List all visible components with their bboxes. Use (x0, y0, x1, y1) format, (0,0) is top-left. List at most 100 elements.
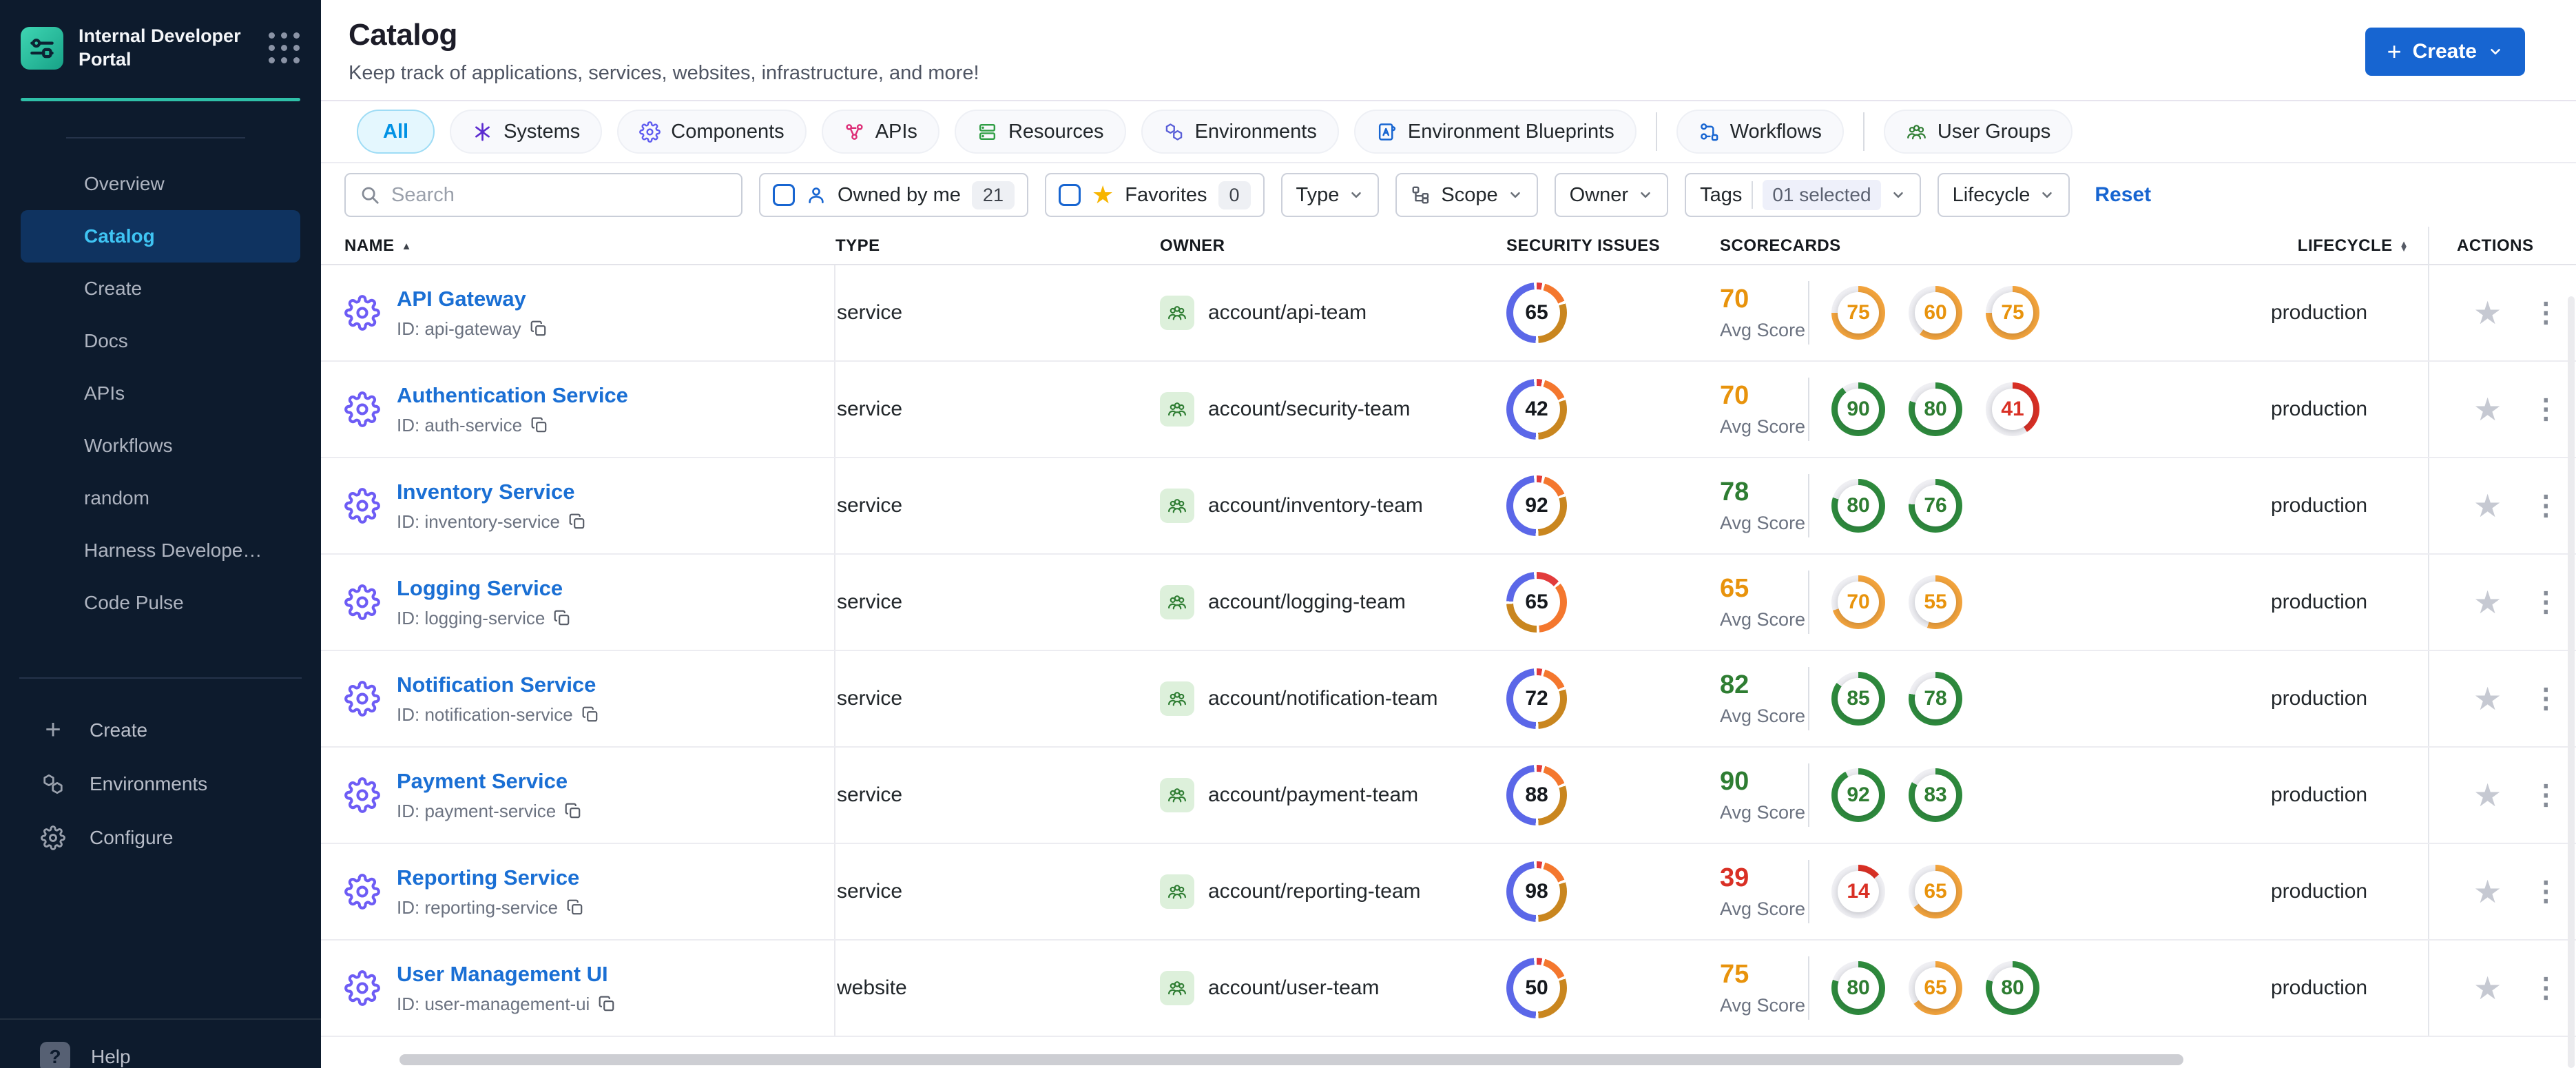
favorite-star-icon[interactable]: ★ (2473, 683, 2502, 715)
sidebar-item-configure[interactable]: Configure (21, 811, 300, 865)
scope-filter-dropdown[interactable]: Scope (1395, 173, 1538, 217)
scorecard-ring[interactable]: 41 (1986, 382, 2039, 436)
row-menu-icon[interactable]: ⋮ (2532, 299, 2559, 327)
tags-filter-label: Tags (1700, 183, 1743, 206)
horizontal-scrollbar[interactable] (399, 1054, 2183, 1065)
copy-icon[interactable] (598, 995, 616, 1013)
favorites-filter[interactable]: ★ Favorites 0 (1044, 173, 1265, 217)
row-menu-icon[interactable]: ⋮ (2532, 878, 2559, 905)
sidebar-item-create[interactable]: Create (21, 263, 300, 315)
copy-icon[interactable] (581, 706, 599, 723)
entity-name-link[interactable]: Notification Service (397, 672, 599, 697)
row-menu-icon[interactable]: ⋮ (2532, 492, 2559, 520)
sidebar-item-docs[interactable]: Docs (21, 315, 300, 367)
copy-icon[interactable] (553, 609, 571, 627)
scorecard-ring[interactable]: 90 (1831, 382, 1885, 436)
scorecard-ring[interactable]: 92 (1831, 768, 1885, 822)
entity-name-link[interactable]: Payment Service (397, 769, 582, 794)
scorecards-divider (1808, 571, 1809, 634)
owned-by-me-filter[interactable]: Owned by me 21 (759, 173, 1028, 217)
sidebar-item-apis[interactable]: APIs (21, 367, 300, 420)
sidebar-item-harness-develope[interactable]: Harness Develope… (21, 524, 300, 577)
copy-icon[interactable] (530, 320, 548, 338)
row-menu-icon[interactable]: ⋮ (2532, 781, 2559, 809)
sidebar-item-create[interactable]: + Create (21, 704, 300, 757)
scorecard-ring[interactable]: 75 (1831, 286, 1885, 340)
favorite-star-icon[interactable]: ★ (2473, 876, 2502, 907)
create-button[interactable]: + Create (2365, 28, 2525, 76)
scorecard-ring[interactable]: 75 (1986, 286, 2039, 340)
tab-resources[interactable]: Resources (954, 110, 1126, 154)
scorecard-ring[interactable]: 70 (1831, 575, 1885, 629)
search-box[interactable] (344, 173, 742, 217)
tab-systems[interactable]: Systems (450, 110, 603, 154)
scorecard-ring[interactable]: 65 (1909, 865, 1962, 918)
owner-filter-dropdown[interactable]: Owner (1554, 173, 1669, 217)
tags-filter-dropdown[interactable]: Tags 01 selected (1685, 173, 1921, 217)
owned-by-me-checkbox[interactable] (773, 184, 795, 206)
row-menu-icon[interactable]: ⋮ (2532, 588, 2559, 616)
entity-name-link[interactable]: User Management UI (397, 962, 616, 987)
tab-all[interactable]: All (357, 110, 435, 154)
tab-components[interactable]: Components (617, 110, 807, 154)
scorecard-ring[interactable]: 14 (1831, 865, 1885, 918)
copy-icon[interactable] (564, 802, 582, 820)
search-input[interactable] (391, 183, 727, 207)
entity-name-link[interactable]: Reporting Service (397, 865, 584, 890)
entity-name-link[interactable]: API Gateway (397, 287, 548, 311)
favorites-checkbox[interactable] (1058, 184, 1081, 206)
sidebar-item-workflows[interactable]: Workflows (21, 420, 300, 472)
favorite-star-icon[interactable]: ★ (2473, 972, 2502, 1004)
vertical-scrollbar[interactable] (2568, 296, 2575, 1068)
tab-environments[interactable]: Environments (1141, 110, 1339, 154)
entity-owner-cell: account/reporting-team (1160, 844, 1506, 939)
scorecard-ring[interactable]: 76 (1909, 479, 1962, 533)
sidebar-item-code-pulse[interactable]: Code Pulse (21, 577, 300, 629)
favorite-star-icon[interactable]: ★ (2473, 490, 2502, 522)
row-menu-icon[interactable]: ⋮ (2532, 974, 2559, 1002)
entity-name-link[interactable]: Authentication Service (397, 383, 628, 408)
scorecard-ring[interactable]: 80 (1909, 382, 1962, 436)
hexagons-icon (40, 771, 66, 797)
sidebar-item-help[interactable]: ? Help (40, 1042, 131, 1068)
favorite-star-icon[interactable]: ★ (2473, 393, 2502, 425)
tab-environment-blueprints[interactable]: Environment Blueprints (1353, 110, 1637, 154)
entity-name-link[interactable]: Inventory Service (397, 480, 586, 504)
scorecard-ring[interactable]: 80 (1831, 479, 1885, 533)
entity-name-link[interactable]: Logging Service (397, 576, 571, 601)
lifecycle-filter-dropdown[interactable]: Lifecycle (1937, 173, 2070, 217)
scorecard-ring[interactable]: 83 (1909, 768, 1962, 822)
scorecard-ring[interactable]: 80 (1831, 961, 1885, 1015)
copy-icon[interactable] (568, 513, 586, 531)
favorite-star-icon[interactable]: ★ (2473, 779, 2502, 811)
column-header-name[interactable]: NAME ▲ (344, 236, 835, 256)
scorecard-ring[interactable]: 55 (1909, 575, 1962, 629)
favorite-star-icon[interactable]: ★ (2473, 297, 2502, 329)
copy-icon[interactable] (530, 416, 548, 434)
reset-filters-link[interactable]: Reset (2095, 183, 2151, 207)
sidebar-item-random[interactable]: random (21, 472, 300, 524)
chevron-down-icon (1638, 187, 1653, 203)
favorite-star-icon[interactable]: ★ (2473, 586, 2502, 618)
scorecard-ring[interactable]: 85 (1831, 672, 1885, 726)
tab-workflows[interactable]: Workflows (1676, 110, 1844, 154)
sidebar-item-overview[interactable]: Overview (21, 158, 300, 210)
app-grid-icon[interactable] (269, 32, 300, 64)
scorecard-ring[interactable]: 78 (1909, 672, 1962, 726)
tab-user-groups[interactable]: User Groups (1883, 110, 2073, 154)
scorecard-rings: 80 65 80 (1831, 961, 2039, 1015)
type-filter-dropdown[interactable]: Type (1280, 173, 1380, 217)
row-menu-icon[interactable]: ⋮ (2532, 396, 2559, 423)
scorecard-ring[interactable]: 80 (1986, 961, 2039, 1015)
scorecard-value: 83 (1924, 783, 1947, 806)
scorecard-ring[interactable]: 65 (1909, 961, 1962, 1015)
sidebar-item-environments[interactable]: Environments (21, 757, 300, 811)
column-header-lifecycle[interactable]: LIFECYCLE ▲ ▼ (2264, 236, 2428, 256)
owner-name: account/inventory-team (1208, 494, 1423, 517)
row-menu-icon[interactable]: ⋮ (2532, 685, 2559, 712)
copy-icon[interactable] (566, 898, 584, 916)
scorecard-ring[interactable]: 60 (1909, 286, 1962, 340)
tab-apis[interactable]: APIs (821, 110, 939, 154)
type-filter-label: Type (1296, 183, 1340, 206)
sidebar-item-catalog[interactable]: Catalog (21, 209, 300, 263)
